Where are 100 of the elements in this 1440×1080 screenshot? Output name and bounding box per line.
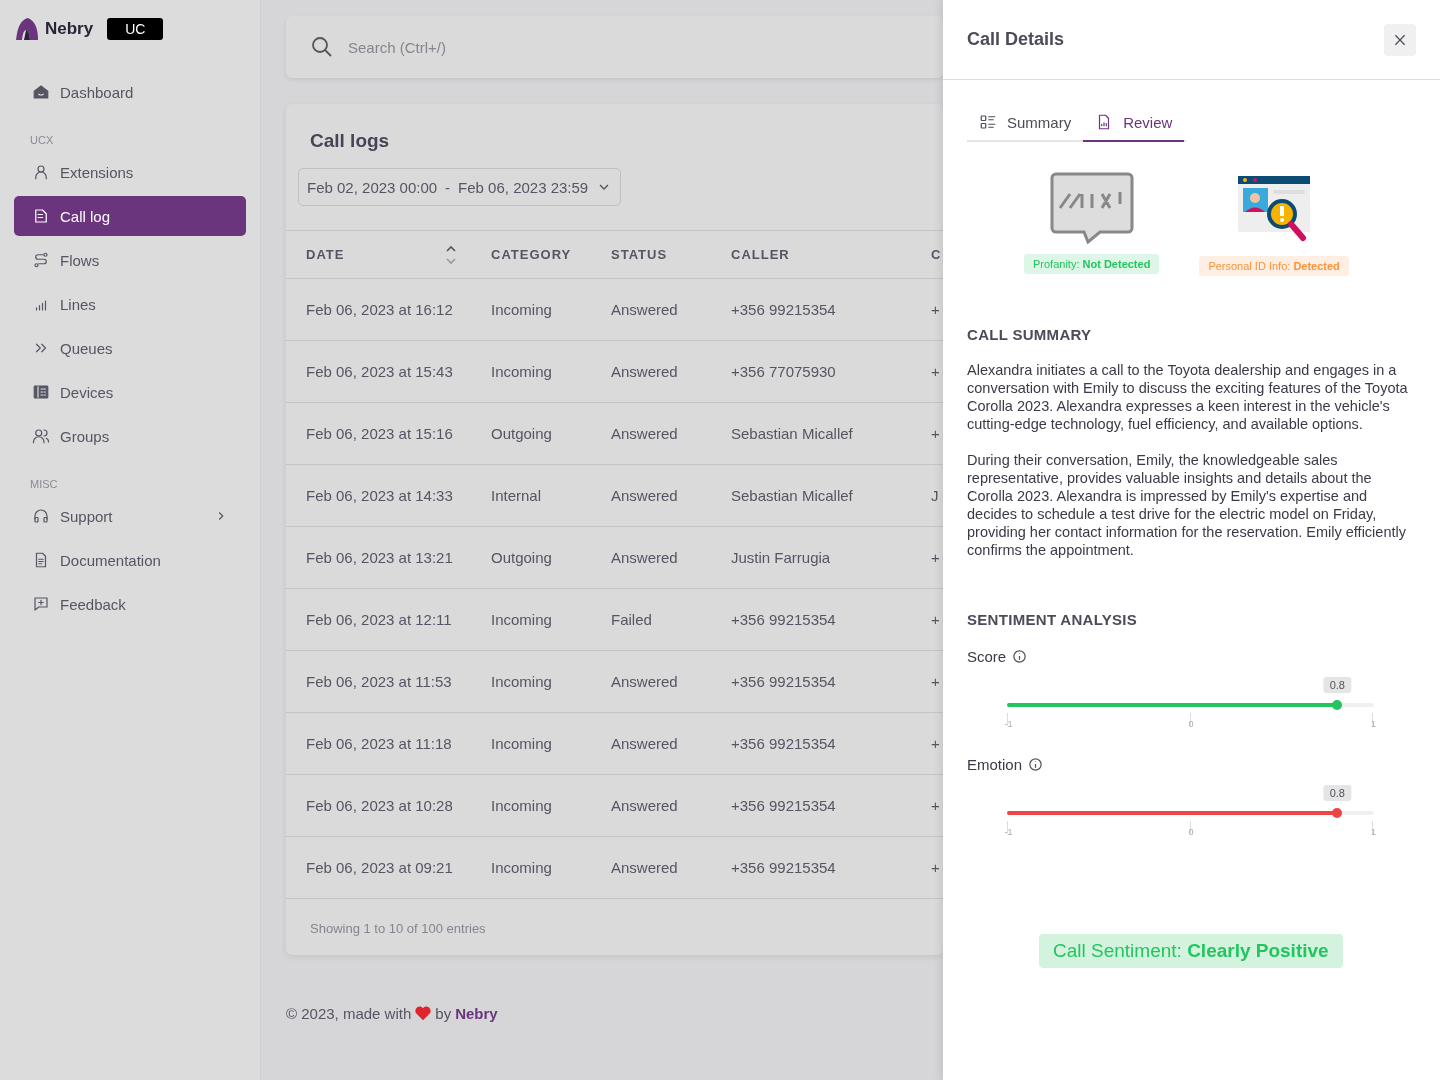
slider-thumb[interactable]: [1332, 808, 1343, 818]
table-cell: +356 99215354: [731, 673, 836, 690]
sidebar-item[interactable]: Devices: [14, 372, 246, 412]
table-cell: Incoming: [491, 859, 552, 876]
table-cell: Feb 06, 2023 at 11:18: [306, 735, 452, 752]
section-title: SENTIMENT ANALYSIS: [967, 611, 1139, 628]
table-cell: +356 99215354: [731, 735, 836, 752]
section-title: CALL SUMMARY: [967, 326, 1093, 343]
search-bar[interactable]: Search (Ctrl+/): [286, 16, 943, 78]
table-cell: Feb 06, 2023 at 13:21: [306, 549, 453, 566]
table-cell: +356 99215354: [731, 301, 836, 318]
sidebar-item[interactable]: Call log: [14, 196, 246, 236]
list-icon: [979, 113, 997, 131]
table-cell: Answered: [611, 735, 678, 752]
home-icon: [32, 83, 50, 101]
table-cell: Feb 06, 2023 at 16:12: [306, 301, 453, 318]
table-cell: Internal: [491, 487, 542, 504]
table-cell: Feb 06, 2023 at 11:53: [306, 673, 452, 690]
table-cell: Incoming: [491, 363, 552, 380]
table-cell: Answered: [611, 549, 678, 566]
table-cell: +356 99215354: [731, 797, 836, 814]
table-cell: +: [931, 673, 940, 690]
table-cell: +: [931, 425, 940, 442]
column-header: CATEGORY: [491, 247, 572, 262]
table-cell: +356 99215354: [731, 859, 836, 876]
sidebar-item[interactable]: Documentation: [14, 540, 246, 580]
user-icon: [32, 163, 50, 181]
speech-bubble-icon: [1049, 172, 1134, 244]
table-cell: Answered: [611, 301, 678, 318]
tab[interactable]: Review: [1083, 106, 1185, 142]
table-cell: +: [931, 611, 940, 628]
footer-link[interactable]: Nebry: [455, 1005, 498, 1022]
summary-paragraph: During their conversation, Emily, the knowledgeable sales representative, provides valuable insights and details about the Corolla 2023. Alexandra is impressed by Emily's expertise and decides to schedule a test drive for the electric model on Friday, providing her contact information for the reservation. Emily efficiently confirms the appointment.: [967, 451, 1407, 559]
table-cell: +356 99215354: [731, 611, 836, 628]
footer-text: © 2023, made with: [286, 1005, 412, 1022]
sidebar-item[interactable]: Groups: [14, 416, 246, 456]
table-cell: Incoming: [491, 735, 552, 752]
table-cell: Feb 06, 2023 at 09:21: [306, 859, 453, 876]
headset-icon: [32, 507, 50, 525]
detection-badge: Personal ID Info: Detected: [1199, 256, 1349, 276]
slider-thumb[interactable]: [1332, 700, 1343, 710]
sidebar-item[interactable]: Lines: [14, 284, 246, 324]
search-icon: [310, 35, 334, 59]
search-field[interactable]: Search (Ctrl+/): [346, 37, 919, 57]
desk-phone-icon: [32, 383, 50, 401]
table-cell: Feb 06, 2023 at 15:43: [306, 363, 453, 380]
table-cell: Feb 06, 2023 at 15:16: [306, 425, 453, 442]
table-cell: +356 77075930: [731, 363, 836, 380]
tick-label: 0: [1188, 718, 1194, 726]
table-cell: +: [931, 735, 940, 752]
product-badge: UC: [107, 18, 164, 40]
table-cell: Failed: [611, 611, 652, 628]
table-cell: Answered: [611, 425, 678, 442]
entries-info: Showing 1 to 10 of 100 entries: [310, 921, 486, 936]
table-cell: Incoming: [491, 301, 552, 318]
table-cell: Feb 06, 2023 at 10:28: [306, 797, 453, 814]
table-cell: Answered: [611, 797, 678, 814]
sidebar-item[interactable]: Extensions: [14, 152, 246, 192]
slider-label: Score: [967, 648, 1007, 665]
table-cell: Answered: [611, 487, 678, 504]
heart-icon: [415, 1006, 432, 1021]
value-label: 0.8: [1323, 785, 1351, 801]
column-header: CALLER: [731, 247, 790, 262]
tick-label: 1: [1371, 718, 1376, 726]
table-cell: +: [931, 549, 940, 566]
sidebar-item[interactable]: Dashboard: [14, 72, 246, 112]
sidebar-item[interactable]: Flows: [14, 240, 246, 280]
tick-label: 1: [1371, 826, 1376, 834]
column-header: DATE: [306, 247, 345, 262]
logo-icon: [14, 16, 40, 42]
table-cell: Sebastian Micallef: [731, 425, 853, 442]
sidebar-item[interactable]: Feedback: [14, 584, 246, 624]
sidebar-item[interactable]: Support: [14, 496, 246, 536]
table-cell: +: [931, 301, 940, 318]
flow-icon: [32, 251, 50, 269]
section-title: MISC: [30, 478, 59, 490]
table-cell: Outgoing: [491, 549, 552, 566]
tick-label: 0: [1188, 826, 1194, 834]
info-icon: [1012, 649, 1028, 664]
summary-paragraph: Alexandra initiates a call to the Toyota dealership and engages in a conversation with Emily to discuss the exciting features of the Toyota Corolla 2023. Alexandra expresses a keen interest in the vehicle's cutting-edge technology, fuel efficiency, and available options.: [967, 361, 1409, 433]
table-cell: +: [931, 797, 940, 814]
tick-label: -1: [1004, 718, 1013, 726]
table-cell: +: [931, 363, 940, 380]
column-header: C: [931, 247, 942, 262]
detection-badge: Profanity: Not Detected: [1024, 254, 1160, 274]
table-cell: J: [931, 487, 939, 504]
sidebar-item[interactable]: Queues: [14, 328, 246, 368]
card-title: Call logs: [309, 129, 391, 153]
clipboard-icon: [32, 207, 50, 225]
column-header: STATUS: [611, 247, 668, 262]
table-cell: Incoming: [491, 797, 552, 814]
table-cell: Sebastian Micallef: [731, 487, 853, 504]
date-range-picker[interactable]: Feb 02, 2023 00:00 - Feb 06, 2023 23:59: [298, 168, 622, 206]
info-icon: [1028, 757, 1044, 772]
table-cell: +: [931, 859, 940, 876]
table-cell: Justin Farrugia: [731, 549, 831, 566]
users-icon: [32, 427, 50, 445]
close-button[interactable]: [1384, 23, 1416, 56]
chat-plus-icon: [32, 595, 50, 613]
tab[interactable]: Summary: [967, 106, 1084, 142]
